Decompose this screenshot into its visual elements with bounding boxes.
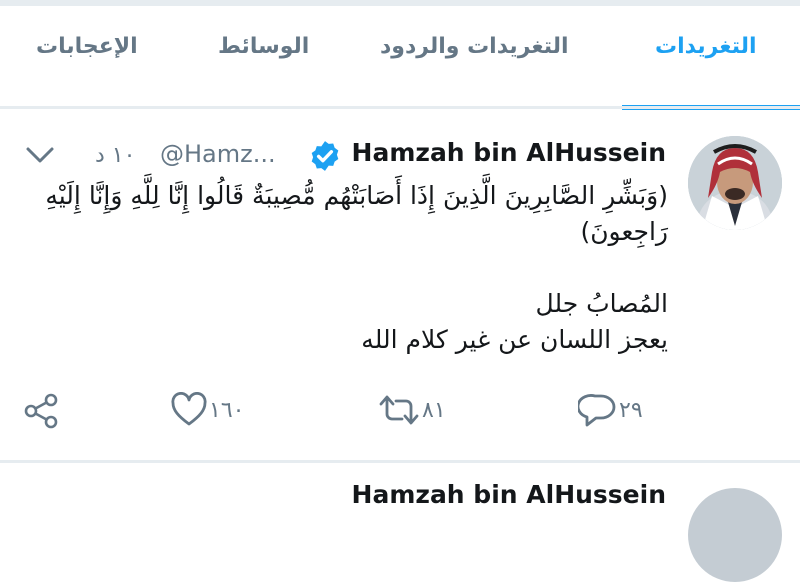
verified-badge-icon — [311, 141, 339, 171]
retweet-icon — [379, 395, 419, 425]
share-button[interactable] — [22, 392, 62, 432]
avatar[interactable] — [688, 136, 782, 230]
retweet-button[interactable]: ٨١ — [378, 392, 458, 432]
divider — [0, 460, 800, 463]
author-name[interactable]: Hamzah bin AlHussein — [352, 138, 666, 167]
heart-icon — [171, 392, 207, 426]
tab-likes[interactable]: الإعجابات — [36, 34, 138, 59]
share-icon — [24, 393, 58, 429]
tweet-text-line — [28, 250, 668, 286]
tab-tweets-and-replies[interactable]: التغريدات والردود — [380, 34, 569, 59]
retweet-count: ٨١ — [422, 398, 446, 423]
profile-tabs: التغريدات التغريدات والردود الوسائط الإع… — [0, 6, 800, 110]
tab-media[interactable]: الوسائط — [218, 34, 309, 59]
avatar[interactable] — [688, 488, 782, 582]
tab-tweets[interactable]: التغريدات — [655, 34, 757, 59]
divider — [0, 106, 800, 109]
reply-icon — [578, 394, 616, 427]
tweet-text-line: يعجز اللسان عن غير كلام الله — [361, 325, 668, 354]
reply-button[interactable]: ٢٩ — [578, 392, 658, 432]
author-name[interactable]: Hamzah bin AlHussein — [352, 480, 666, 509]
tweet-text: (وَبَشِّرِ الصَّابِرِينَ الَّذِينَ إِذَا… — [28, 178, 668, 358]
like-button[interactable]: ١٦٠ — [170, 392, 260, 432]
tweet-text-line: المُصابُ جلل — [535, 289, 668, 318]
reply-count: ٢٩ — [619, 398, 643, 423]
like-count: ١٦٠ — [209, 398, 245, 423]
tweet-timestamp[interactable]: ١٠ د — [95, 143, 135, 168]
author-handle[interactable]: @Hamz... — [160, 140, 276, 168]
chevron-down-icon[interactable] — [24, 142, 56, 168]
tweet-text-line: (وَبَشِّرِ الصَّابِرِينَ الَّذِينَ إِذَا… — [45, 181, 668, 246]
